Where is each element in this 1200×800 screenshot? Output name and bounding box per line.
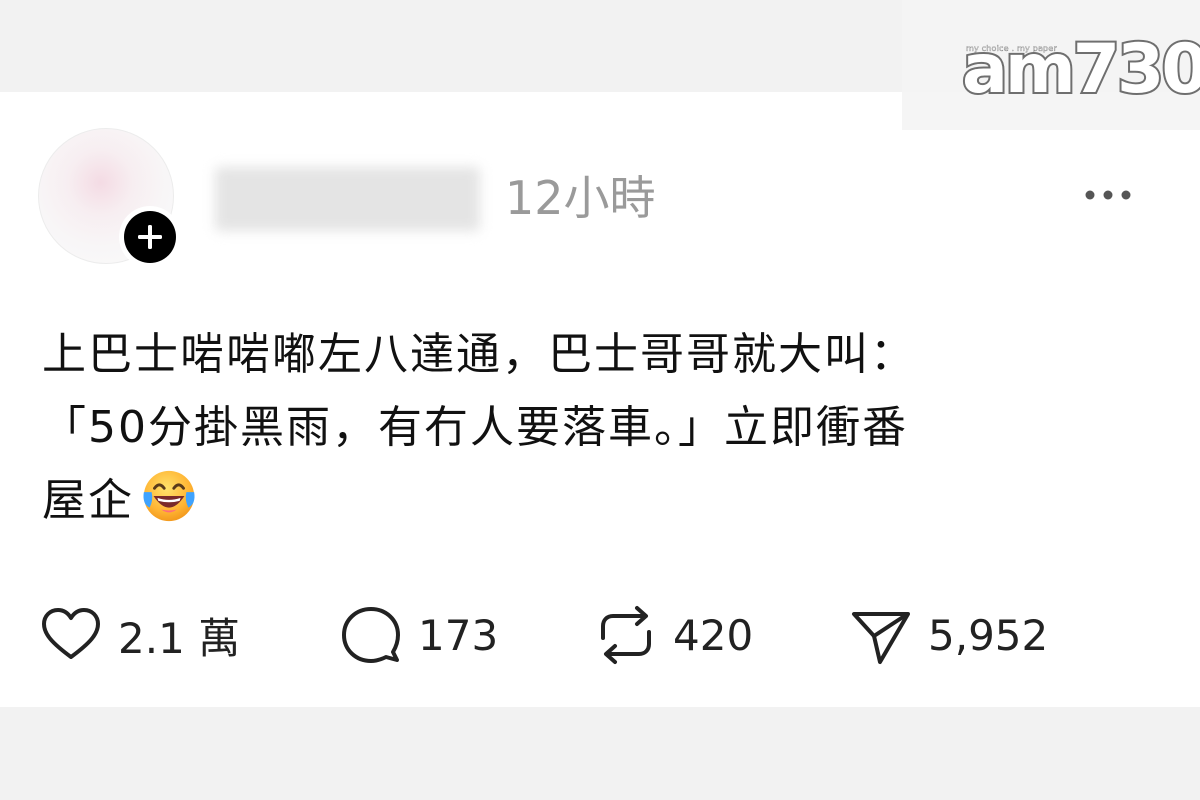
plus-icon <box>138 225 162 249</box>
comment-icon <box>342 607 400 663</box>
screen: my choice . my paper am730 12小時 上巴士啱啱嘟左八… <box>0 0 1200 800</box>
post-body: 上巴士啱啱嘟左八達通，巴士哥哥就大叫： 「50分掛黑雨，有冇人要落車。」立即衝番… <box>42 318 1142 537</box>
repost-icon <box>601 606 651 664</box>
like-button[interactable]: 2.1 萬 <box>38 600 240 670</box>
face-with-tears-of-joy-icon <box>143 470 195 522</box>
share-button[interactable]: 5,952 <box>848 600 1048 670</box>
post-timestamp: 12小時 <box>505 171 656 225</box>
like-count: 2.1 萬 <box>118 613 241 663</box>
comment-button[interactable]: 173 <box>338 600 498 670</box>
am730-logo: am730 <box>960 28 1200 111</box>
username-blurred[interactable] <box>215 167 480 231</box>
follow-button[interactable] <box>119 206 181 268</box>
more-options-button[interactable] <box>1080 180 1136 210</box>
repost-count: 420 <box>673 610 754 660</box>
heart-icon <box>42 608 100 659</box>
send-icon <box>852 612 910 664</box>
comment-count: 173 <box>418 610 499 660</box>
ellipsis-icon <box>1085 190 1131 200</box>
share-count: 5,952 <box>928 610 1049 660</box>
repost-button[interactable]: 420 <box>593 600 753 670</box>
